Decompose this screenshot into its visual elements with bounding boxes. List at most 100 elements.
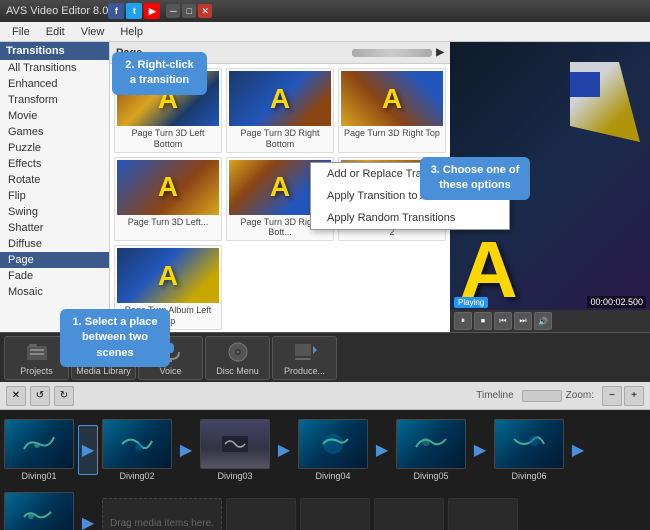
sidebar-item-fade[interactable]: Fade <box>0 268 109 284</box>
clip-label-diving01: Diving01 <box>21 471 56 481</box>
sidebar-item-swing[interactable]: Swing <box>0 204 109 220</box>
disc-icon <box>226 340 250 364</box>
sidebar-item-mosaic[interactable]: Mosaic <box>0 284 109 300</box>
sidebar-item-diffuse[interactable]: Diffuse <box>0 236 109 252</box>
zoom-in-button[interactable]: + <box>624 386 644 406</box>
prev-frame-button[interactable]: ⏮ <box>494 312 512 330</box>
redo-button[interactable]: ↺ <box>30 386 50 406</box>
undo-button[interactable]: ✕ <box>6 386 26 406</box>
transition-img-4: A <box>117 160 219 215</box>
sidebar-item-movie[interactable]: Movie <box>0 108 109 124</box>
transition-thumb-3[interactable]: A Page Turn 3D Right Top <box>338 68 446 153</box>
timeline-clip-diving04: Diving04 <box>298 419 368 481</box>
volume-button[interactable]: 🔊 <box>534 312 552 330</box>
transition-arrow-5[interactable]: ▶ <box>470 425 490 475</box>
transition-label-3: Page Turn 3D Right Top <box>344 128 440 139</box>
next-frame-button[interactable]: ⏭ <box>514 312 532 330</box>
transition-img-7: A <box>117 248 219 303</box>
transition-thumb-2[interactable]: A Page Turn 3D Right Bottom <box>226 68 334 153</box>
maximize-button[interactable]: □ <box>182 4 196 18</box>
scroll-bar[interactable] <box>352 49 432 57</box>
menu-edit[interactable]: Edit <box>38 24 73 40</box>
empty-slot-3 <box>374 498 444 530</box>
clip-thumb-diving05[interactable] <box>396 419 466 469</box>
empty-slot-1 <box>226 498 296 530</box>
sidebar-item-puzzle[interactable]: Puzzle <box>0 140 109 156</box>
timeline-clip-diving05: Diving05 <box>396 419 466 481</box>
sidebar-header: Transitions <box>0 42 109 60</box>
clip-thumb-diving06[interactable] <box>494 419 564 469</box>
menu-help[interactable]: Help <box>112 24 151 40</box>
controls-bar: ✕ ↺ ↻ Timeline Zoom: − + <box>0 382 650 410</box>
transition-arrow-2[interactable]: ▶ <box>176 425 196 475</box>
empty-slot-4 <box>448 498 518 530</box>
timeline-clip-diving07: Diving07 <box>4 492 74 530</box>
toolbar-disc-menu[interactable]: Disc Menu <box>205 336 270 380</box>
transition-arrow-3[interactable]: ▶ <box>274 425 294 475</box>
content-controls: ▶ <box>352 47 444 58</box>
facebook-icon[interactable]: f <box>108 3 124 19</box>
projects-icon <box>25 340 49 364</box>
tooltip-select-place: 1. Select a place between two scenes <box>60 309 170 367</box>
toolbar-projects-label: Projects <box>20 366 53 376</box>
menu-file[interactable]: File <box>4 24 38 40</box>
sidebar-item-flip[interactable]: Flip <box>0 188 109 204</box>
clip-thumb-diving03[interactable] <box>200 419 270 469</box>
sidebar-item-all[interactable]: All Transitions <box>0 60 109 76</box>
clip-thumb-diving07[interactable] <box>4 492 74 530</box>
sidebar-list: All Transitions Enhanced Transform Movie… <box>0 60 109 332</box>
sidebar-item-enhanced[interactable]: Enhanced <box>0 76 109 92</box>
sidebar-item-rotate[interactable]: Rotate <box>0 172 109 188</box>
timeline-clip-diving03: Diving03 <box>200 419 270 481</box>
transition-arrow-1[interactable]: ▶ <box>78 425 98 475</box>
timeline-clip-diving06: Diving06 <box>494 419 564 481</box>
sidebar-item-transform[interactable]: Transform <box>0 92 109 108</box>
drag-hint: Drag media items here. <box>102 498 222 530</box>
scroll-right[interactable]: ▶ <box>436 47 444 58</box>
menubar: File Edit View Help <box>0 22 650 42</box>
app-title: AVS Video Editor 8.0 <box>6 5 108 17</box>
transition-img-3: A <box>341 71 443 126</box>
minimize-button[interactable]: ─ <box>166 4 180 18</box>
toolbar-produce[interactable]: Produce... <box>272 336 337 380</box>
titlebar: AVS Video Editor 8.0 f t ▶ ─ □ ✕ <box>0 0 650 22</box>
transition-arrow-4[interactable]: ▶ <box>372 425 392 475</box>
zoom-slider[interactable] <box>522 390 562 402</box>
menu-view[interactable]: View <box>73 24 113 40</box>
preview-time: 00:00:02.500 <box>587 296 646 308</box>
sidebar-item-games[interactable]: Games <box>0 124 109 140</box>
toolbar-disc-label: Disc Menu <box>216 366 259 376</box>
redo2-button[interactable]: ↻ <box>54 386 74 406</box>
stop-button[interactable]: ⏹ <box>474 312 492 330</box>
play-pause-button[interactable]: ⏸ <box>454 312 472 330</box>
sidebar-item-effects[interactable]: Effects <box>0 156 109 172</box>
youtube-icon[interactable]: ▶ <box>144 3 160 19</box>
sidebar-item-page[interactable]: Page <box>0 252 109 268</box>
transition-arrow-7[interactable]: ▶ <box>78 498 98 530</box>
clip-label-diving06: Diving06 <box>511 471 546 481</box>
transition-thumb-4[interactable]: A Page Turn 3D Left... <box>114 157 222 242</box>
twitter-icon[interactable]: t <box>126 3 142 19</box>
transition-label-4: Page Turn 3D Left... <box>128 217 209 228</box>
toolbar-media-label: Media Library <box>76 366 131 376</box>
transition-img-2: A <box>229 71 331 126</box>
clip-thumb-diving04[interactable] <box>298 419 368 469</box>
clip-thumb-diving01[interactable] <box>4 419 74 469</box>
empty-slot-2 <box>300 498 370 530</box>
sidebar-item-shatter[interactable]: Shatter <box>0 220 109 236</box>
clip-label-diving05: Diving05 <box>413 471 448 481</box>
playing-badge: Playing <box>454 297 488 308</box>
preview-controls: ⏸ ⏹ ⏮ ⏭ 🔊 <box>450 310 650 332</box>
context-apply-random[interactable]: Apply Random Transitions <box>311 207 509 229</box>
content-area: Page ▶ 2. Right-click a transition A Pag… <box>110 42 450 332</box>
zoom-out-button[interactable]: − <box>602 386 622 406</box>
transition-arrow-6[interactable]: ▶ <box>568 425 588 475</box>
clip-thumb-diving02[interactable] <box>102 419 172 469</box>
clip-label-diving04: Diving04 <box>315 471 350 481</box>
clip-label-diving03: Diving03 <box>217 471 252 481</box>
close-button[interactable]: ✕ <box>198 4 212 18</box>
produce-icon <box>293 340 317 364</box>
timeline-clip-diving01: Diving01 <box>4 419 74 481</box>
timeline-clip-diving02: Diving02 <box>102 419 172 481</box>
window-controls: ─ □ ✕ <box>166 4 212 18</box>
